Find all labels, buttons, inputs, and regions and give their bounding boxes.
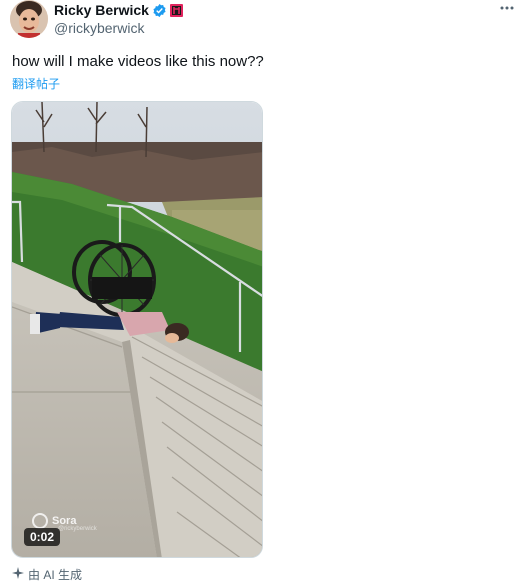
tweet-header: Ricky Berwick @rickyberwick <box>10 0 515 40</box>
video-player[interactable]: Sora @rickyberwick 0:02 <box>11 101 263 558</box>
verified-badge-icon <box>152 3 167 18</box>
watermark-subtext: @rickyberwick <box>58 526 97 532</box>
avatar[interactable] <box>10 0 48 38</box>
display-name[interactable]: Ricky Berwick <box>54 2 149 18</box>
ai-generated-note: 由 AI 生成 <box>12 566 82 583</box>
author-handle[interactable]: @rickyberwick <box>54 20 144 36</box>
affiliate-badge-icon[interactable] <box>169 3 183 17</box>
sora-watermark: Sora @rickyberwick <box>32 513 97 532</box>
video-frame <box>12 102 262 557</box>
video-duration-badge: 0:02 <box>24 528 61 546</box>
sparkle-icon <box>12 567 24 582</box>
ai-generated-label: 由 AI 生成 <box>28 568 83 582</box>
name-row: Ricky Berwick <box>54 2 183 18</box>
sora-logo-icon <box>32 513 48 529</box>
more-options-icon[interactable] <box>499 0 515 20</box>
tweet-text: how will I make videos like this now?? <box>12 53 264 70</box>
translate-post-link[interactable]: 翻译帖子 <box>12 75 60 92</box>
